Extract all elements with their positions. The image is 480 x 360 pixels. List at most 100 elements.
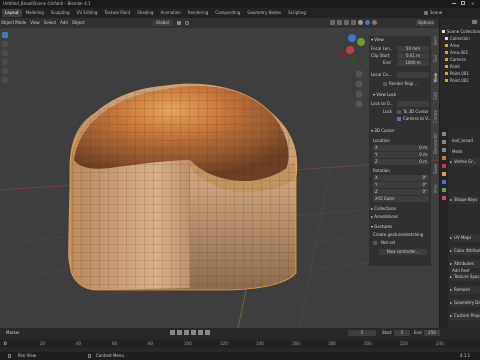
local-camera-field[interactable] [397, 72, 429, 78]
tab-shading[interactable]: Shading [134, 9, 156, 17]
outliner-row[interactable]: Point.002 [442, 77, 480, 84]
output-tab-icon[interactable] [442, 148, 446, 152]
close-icon[interactable]: ✕ [471, 1, 474, 7]
prev-key-icon[interactable] [177, 330, 182, 335]
outliner-row[interactable]: Area.001 [442, 49, 480, 56]
outliner-row[interactable]: Camera [442, 56, 480, 63]
rot-z-field[interactable]: Z 0° [373, 189, 429, 195]
n-tab-tool[interactable]: Tool [433, 55, 438, 63]
outliner-row[interactable]: Scene Collection [442, 28, 480, 35]
shading-material-icon[interactable] [365, 20, 370, 25]
start-field[interactable]: 1 [394, 330, 410, 336]
current-frame-field[interactable]: 1 [348, 330, 376, 336]
marker-menu[interactable]: Marker [6, 330, 20, 336]
options-button[interactable]: Options [416, 20, 436, 26]
object-tab-icon[interactable] [442, 172, 446, 176]
jump-start-icon[interactable] [170, 330, 175, 335]
property-panel[interactable]: ▸Geometry Data [450, 299, 480, 307]
gestures-header[interactable]: ▾ Gestures [371, 224, 392, 230]
scene-selector[interactable]: Scene [430, 10, 442, 16]
tab-animation[interactable]: Animation [157, 9, 183, 17]
loc-x-field[interactable]: X0 m [373, 145, 429, 151]
outliner-row[interactable]: Point [442, 63, 480, 70]
property-panel[interactable]: ▸Color Attributes [450, 247, 480, 255]
xray-icon[interactable] [351, 20, 356, 25]
material-tab-icon[interactable] [442, 196, 446, 200]
view-menu[interactable]: View [30, 20, 40, 26]
clip-end-field[interactable]: 1000 m [397, 60, 429, 66]
shading-solid-icon[interactable] [358, 20, 363, 25]
property-panel[interactable]: ▸ UV Maps [450, 234, 480, 242]
outliner-row[interactable]: Area [442, 42, 480, 49]
property-panel[interactable]: ▸ Attributes [450, 260, 480, 268]
clip-start-field[interactable]: 0.01 m [397, 53, 429, 59]
cursor-panel-header[interactable]: ▾ 3D Cursor [371, 128, 394, 134]
annotations-header[interactable]: ▸ Annotations [371, 214, 398, 220]
outliner-row[interactable]: Collection [442, 35, 480, 42]
property-panel[interactable]: ▸ Texture Space [450, 273, 480, 281]
view-lock-header[interactable]: ▾ View Lock [373, 92, 396, 98]
n-tab-misc[interactable]: Misc [433, 184, 438, 193]
tab-layout[interactable]: Layout [2, 9, 22, 17]
property-panel[interactable]: ▸ Shape Keys [450, 196, 480, 204]
gesture-checkbox[interactable] [373, 241, 377, 245]
navigation-gizmo[interactable] [339, 34, 365, 63]
shading-rendered-icon[interactable] [372, 20, 377, 25]
property-panel[interactable]: ▸Custom Properties [450, 312, 480, 320]
tab-rendering[interactable]: Rendering [185, 9, 211, 17]
camera-to-view-checkbox[interactable] [397, 117, 401, 121]
minimize-icon[interactable] [452, 3, 456, 4]
new-controller-button[interactable]: New controller... [379, 249, 427, 255]
render-region-checkbox[interactable] [383, 82, 387, 86]
n-tab-view[interactable]: View [433, 73, 438, 83]
tab-texture-paint[interactable]: Texture Paint [101, 9, 133, 17]
render-tab-icon[interactable] [442, 140, 446, 144]
mode-selector[interactable]: Object Mode [1, 20, 26, 26]
modifier-tab-icon[interactable] [442, 180, 446, 184]
rot-x-field[interactable]: X 0° [373, 175, 429, 181]
lock-cursor-checkbox[interactable] [397, 110, 401, 114]
n-tab-item[interactable]: Item [433, 36, 438, 45]
tab-modeling[interactable]: Modeling [23, 9, 47, 17]
object-menu[interactable]: Object [72, 20, 85, 26]
maximize-icon[interactable] [461, 1, 465, 5]
outliner-row[interactable]: Point.001 [442, 70, 480, 77]
bread-model[interactable] [68, 83, 298, 291]
loc-y-field[interactable]: Y0 m [373, 152, 429, 158]
mesh-data-tab-icon[interactable] [442, 188, 446, 192]
play-reverse-icon[interactable] [184, 330, 189, 335]
transform-orientation[interactable]: Global [153, 20, 173, 26]
n-tab-edit[interactable]: Edit [433, 92, 438, 100]
rot-y-field[interactable]: Y 0° [373, 182, 429, 188]
tab-sculpting[interactable]: Sculpting [48, 9, 73, 17]
property-panel[interactable]: ▸ Remesh [450, 286, 480, 294]
tab-geometry-nodes[interactable]: Geometry Nodes [244, 9, 284, 17]
filter-icon[interactable] [472, 20, 477, 24]
next-key-icon[interactable] [198, 330, 203, 335]
select-menu[interactable]: Select [44, 20, 56, 26]
focal-length-field[interactable]: 50 mm [397, 46, 429, 52]
play-icon[interactable] [191, 330, 196, 335]
proportional-icon[interactable] [185, 21, 189, 25]
visibility-icon[interactable] [330, 20, 335, 25]
snap-icon[interactable] [177, 21, 181, 25]
n-tab-blenderkit[interactable]: BlenderKit [433, 133, 438, 154]
n-tab-bake[interactable]: Bake [433, 164, 438, 174]
collections-header[interactable]: ▸ Collections [371, 206, 396, 212]
tab-scripting[interactable]: Scripting [285, 9, 309, 17]
frame-ruler[interactable]: 0 20 40 60 80 100 120 140 160 180 200 220 240 [0, 340, 480, 348]
add-rest-button[interactable]: Add Rest [452, 268, 470, 274]
scene-tab-icon[interactable] [442, 156, 446, 160]
add-menu[interactable]: Add [60, 20, 68, 26]
lock-object-field[interactable] [397, 101, 429, 107]
tab-compositing[interactable]: Compositing [212, 9, 243, 17]
loc-z-field[interactable]: Z0 m [373, 159, 429, 165]
view-panel-header[interactable]: ▾ View [371, 37, 384, 43]
end-field[interactable]: 250 [424, 330, 440, 336]
rotation-mode-select[interactable]: XYZ Euler [373, 196, 429, 202]
gizmo-icon[interactable] [337, 20, 342, 25]
n-tab-create[interactable]: Create [433, 110, 438, 123]
tool-tab-icon[interactable] [442, 132, 446, 136]
tab-uv-editing[interactable]: UV Editing [74, 9, 101, 17]
property-panel[interactable]: ▸ Vertex Gr... [450, 158, 480, 166]
